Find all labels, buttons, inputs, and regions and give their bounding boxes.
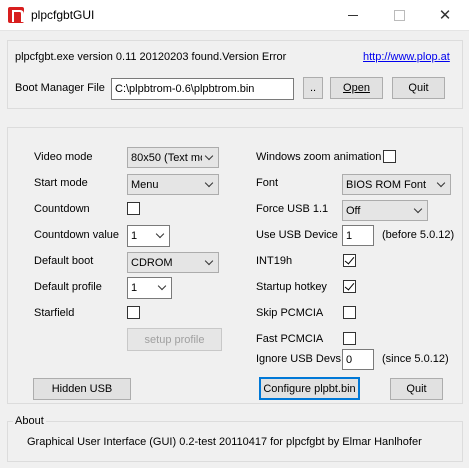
setup-profile-button[interactable]: setup profile xyxy=(127,328,222,351)
version-status-text: plpcfgbt.exe version 0.11 20120203 found… xyxy=(15,51,287,63)
font-label: Font xyxy=(256,177,279,189)
title-bar: plpcfgbtGUI ✕ xyxy=(0,0,469,31)
chevron-down-icon xyxy=(155,278,171,298)
startup-hotkey-label: Startup hotkey xyxy=(256,281,327,293)
int19h-checkbox[interactable] xyxy=(343,254,356,267)
boot-manager-path-input[interactable]: C:\plpbtrom-0.6\plpbtrom.bin xyxy=(111,78,294,100)
force-usb-select[interactable]: Off xyxy=(342,200,428,221)
close-button[interactable]: ✕ xyxy=(422,0,468,31)
chevron-down-icon xyxy=(202,148,218,167)
int19h-label: INT19h xyxy=(256,255,293,267)
boot-manager-label: Boot Manager File xyxy=(15,82,105,94)
start-mode-value: Menu xyxy=(131,178,159,191)
force-usb-value: Off xyxy=(346,204,361,217)
skip-pcmcia-label: Skip PCMCIA xyxy=(256,307,324,319)
default-profile-value: 1 xyxy=(131,282,138,294)
browse-button[interactable]: .. xyxy=(303,77,323,99)
countdown-checkbox[interactable] xyxy=(127,202,140,215)
minimize-button[interactable] xyxy=(330,0,376,31)
chevron-down-icon xyxy=(202,253,218,272)
countdown-value: 1 xyxy=(131,230,138,242)
font-value: BIOS ROM Font xyxy=(346,178,427,191)
ignore-usb-devs-label: Ignore USB Devs xyxy=(256,353,341,365)
default-profile-select[interactable]: 1 xyxy=(127,277,172,299)
website-link[interactable]: http://www.plop.at xyxy=(363,51,450,63)
skip-pcmcia-checkbox[interactable] xyxy=(343,306,356,319)
use-usb-device-input[interactable]: 1 xyxy=(342,225,374,246)
starfield-label: Starfield xyxy=(34,307,75,319)
open-button[interactable]: Open xyxy=(330,77,383,99)
fast-pcmcia-label: Fast PCMCIA xyxy=(256,333,324,345)
default-boot-value: CDROM xyxy=(131,256,173,269)
about-text: Graphical User Interface (GUI) 0.2-test … xyxy=(27,436,422,448)
default-boot-label: Default boot xyxy=(34,255,94,267)
countdown-value-label: Countdown value xyxy=(34,229,120,241)
maximize-button[interactable] xyxy=(376,0,422,31)
video-mode-select[interactable]: 80x50 (Text mode) xyxy=(127,147,219,168)
video-mode-label: Video mode xyxy=(34,151,93,163)
start-mode-select[interactable]: Menu xyxy=(127,174,219,195)
default-profile-label: Default profile xyxy=(34,281,102,293)
quit-top-button[interactable]: Quit xyxy=(392,77,445,99)
windows-zoom-label: Windows zoom animation xyxy=(256,151,382,163)
chevron-down-icon xyxy=(411,201,427,220)
fast-pcmcia-checkbox[interactable] xyxy=(343,332,356,345)
quit-bottom-button[interactable]: Quit xyxy=(390,378,443,400)
chevron-down-icon xyxy=(434,175,450,194)
about-group-label: About xyxy=(13,415,46,427)
window-title: plpcfgbtGUI xyxy=(31,8,95,22)
use-usb-device-label: Use USB Device xyxy=(256,229,338,241)
starfield-checkbox[interactable] xyxy=(127,306,140,319)
force-usb-label: Force USB 1.1 xyxy=(256,203,329,215)
countdown-value-select[interactable]: 1 xyxy=(127,225,170,247)
windows-zoom-checkbox[interactable] xyxy=(383,150,396,163)
default-boot-select[interactable]: CDROM xyxy=(127,252,219,273)
countdown-label: Countdown xyxy=(34,203,90,215)
configure-button[interactable]: Configure plpbt.bin xyxy=(259,377,360,400)
use-usb-device-note: (before 5.0.12) xyxy=(382,229,455,241)
app-logo-icon xyxy=(8,7,24,23)
ignore-usb-devs-input[interactable]: 0 xyxy=(342,349,374,370)
chevron-down-icon xyxy=(202,175,218,194)
ignore-usb-devs-note: (since 5.0.12) xyxy=(382,353,449,365)
video-mode-value: 80x50 (Text mode) xyxy=(131,151,202,164)
hidden-usb-button[interactable]: Hidden USB xyxy=(33,378,131,400)
startup-hotkey-checkbox[interactable] xyxy=(343,280,356,293)
font-select[interactable]: BIOS ROM Font xyxy=(342,174,451,195)
chevron-down-icon xyxy=(153,226,169,246)
open-button-label: Open xyxy=(343,82,370,94)
start-mode-label: Start mode xyxy=(34,177,88,189)
